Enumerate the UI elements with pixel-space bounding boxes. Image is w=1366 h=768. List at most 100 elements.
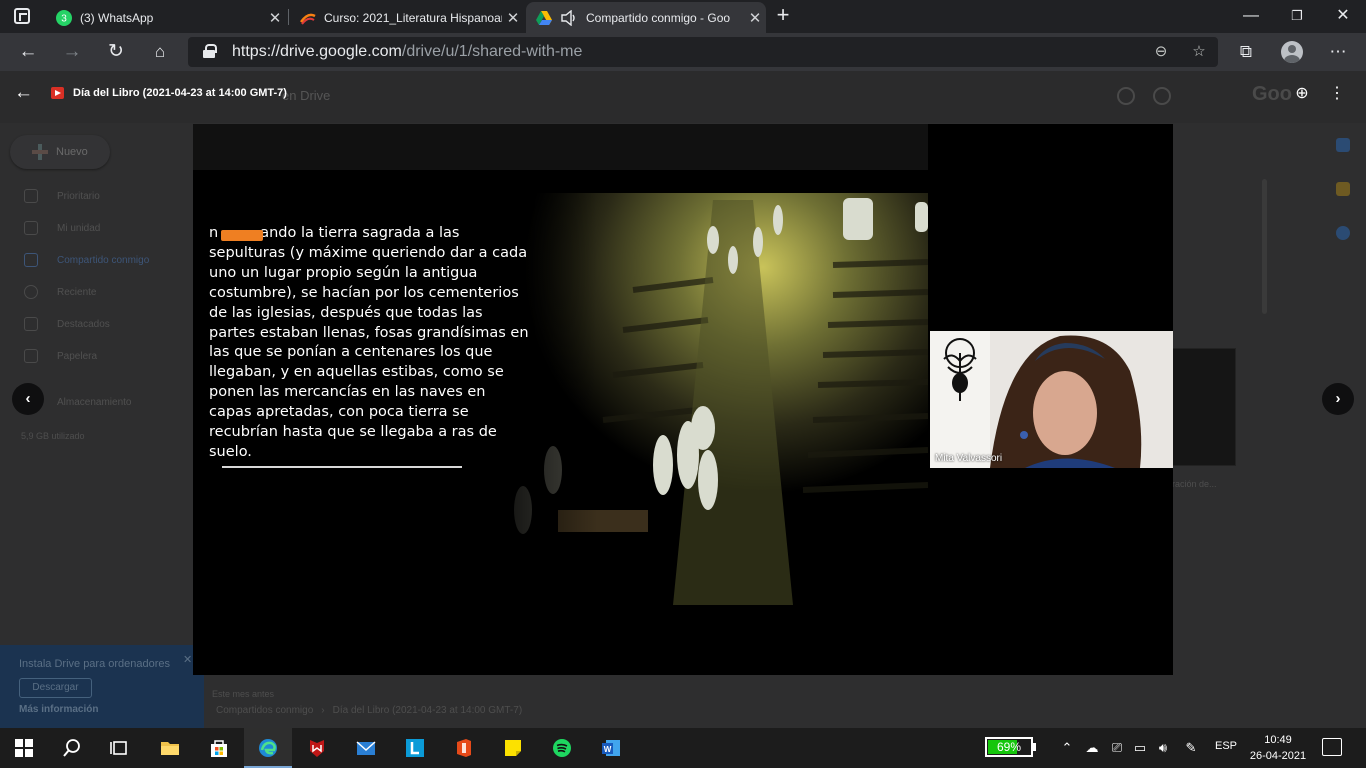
slide-text-prefix: n: [209, 225, 219, 241]
speaker-icon[interactable]: [560, 9, 578, 26]
forward-icon[interactable]: →: [58, 38, 86, 66]
storage-label: Almacenamiento: [57, 397, 132, 408]
breadcrumb-file: Día del Libro (2021-04-23 at 14:00 GMT-7…: [332, 705, 523, 716]
office-icon: [457, 739, 471, 757]
chevron-up-icon[interactable]: ⌃: [1058, 738, 1076, 758]
taskbar-word[interactable]: W: [587, 728, 635, 768]
my-drive-icon: [24, 221, 38, 235]
close-tab-icon[interactable]: ✕: [744, 9, 766, 27]
close-tab-icon[interactable]: ✕: [264, 9, 286, 27]
zoom-icon[interactable]: ⊖: [1150, 41, 1172, 63]
new-tab-icon[interactable]: +: [772, 4, 794, 26]
more-options-icon[interactable]: ⋮: [1325, 82, 1349, 106]
plus-icon: [32, 144, 48, 160]
sticky-notes-icon: [505, 740, 521, 756]
star-icon: [24, 317, 38, 331]
taskbar-file-explorer[interactable]: [146, 728, 194, 768]
favorite-star-icon[interactable]: ☆: [1188, 41, 1210, 63]
sidebar-item-priority: Prioritario: [57, 191, 100, 202]
preview-file-title: Día del Libro (2021-04-23 at 14:00 GMT-7…: [73, 87, 287, 99]
home-icon[interactable]: ⌂: [146, 38, 174, 66]
browser-toolbar: ← → ↻ ⌂ https://drive.google.com/drive/u…: [0, 33, 1366, 71]
close-tab-icon[interactable]: ✕: [502, 9, 524, 27]
search-button[interactable]: [48, 728, 96, 768]
tab-drive-active[interactable]: Compartido conmigo - Goo ✕: [526, 2, 766, 33]
close-icon: ✕: [183, 654, 193, 666]
taskbar-store[interactable]: [195, 728, 243, 768]
task-view-button[interactable]: [96, 728, 144, 768]
close-window-icon[interactable]: ✕: [1320, 2, 1366, 30]
new-button: Nuevo: [10, 135, 110, 169]
volume-icon[interactable]: 🔊︎: [1154, 738, 1172, 758]
start-button[interactable]: [0, 728, 48, 768]
language-indicator[interactable]: ESP: [1215, 740, 1237, 752]
promo-title: Instala Drive para ordenadores: [19, 658, 171, 670]
calendar-icon: [1336, 138, 1350, 152]
profile-avatar[interactable]: [1281, 41, 1303, 63]
address-bar[interactable]: https://drive.google.com/drive/u/1/share…: [188, 37, 1218, 67]
battery-indicator[interactable]: 69%: [985, 737, 1033, 757]
taskbar-edge[interactable]: [244, 728, 292, 768]
taskbar-lens[interactable]: [391, 728, 439, 768]
sidebar-item-my-drive: Mi unidad: [57, 223, 101, 234]
search-icon: [63, 739, 80, 757]
install-drive-promo: Instala Drive para ordenadores ✕ Descarg…: [0, 645, 204, 729]
tab-curso[interactable]: Curso: 2021_Literatura Hispanoam ✕: [290, 2, 524, 33]
lens-icon: [406, 739, 424, 757]
moodle-icon: [300, 13, 316, 25]
pen-icon[interactable]: ✎: [1182, 738, 1200, 758]
new-button-label: Nuevo: [56, 146, 88, 158]
trash-icon: [24, 349, 38, 363]
back-icon[interactable]: ←: [14, 38, 42, 66]
mail-icon: [356, 741, 376, 755]
taskbar-office[interactable]: [440, 728, 488, 768]
battery-tray-icon[interactable]: ▭: [1131, 738, 1149, 758]
shared-icon: [24, 253, 38, 267]
window-menu-icon[interactable]: [14, 8, 30, 24]
taskbar-sticky-notes[interactable]: [489, 728, 537, 768]
files-heading: Este mes antes: [212, 689, 275, 699]
taskbar-mail[interactable]: [342, 728, 390, 768]
previous-file-button[interactable]: ‹: [12, 383, 44, 415]
tab-whatsapp[interactable]: 3 (3) WhatsApp ✕: [46, 2, 286, 33]
lock-icon[interactable]: [203, 44, 217, 58]
video-player[interactable]: n ando la tierra sagrada a las sepulturas…: [193, 124, 1173, 675]
clock[interactable]: 10:49 26-04-2021: [1243, 732, 1313, 764]
settings-more-icon[interactable]: ⋯: [1324, 38, 1352, 66]
folder-icon: [161, 742, 179, 755]
storage-used: 5,9 GB utilizado: [21, 431, 85, 441]
clock-date: 26-04-2021: [1249, 750, 1307, 762]
tab-title: Compartido conmigo - Goo: [586, 10, 731, 25]
svg-text:W: W: [604, 745, 612, 754]
back-arrow-icon[interactable]: ←: [14, 81, 38, 105]
collections-icon[interactable]: ⧉: [1232, 38, 1260, 66]
onedrive-error-icon[interactable]: ☁: [1083, 738, 1101, 758]
chevron-right-icon: ›: [321, 705, 325, 716]
taskbar-spotify[interactable]: [538, 728, 586, 768]
reload-icon[interactable]: ↻: [102, 38, 130, 66]
google-drive-icon: [536, 10, 552, 25]
next-file-button[interactable]: ›: [1322, 383, 1354, 415]
scrollbar: [1262, 179, 1267, 314]
breadcrumb: Compartidos conmigo › Día del Libro (202…: [216, 705, 522, 716]
windows-logo-icon: [15, 739, 33, 757]
tab-title: Curso: 2021_Literatura Hispanoam: [324, 10, 502, 25]
participant-video: Mita Valvassori: [930, 331, 1173, 468]
add-to-drive-icon[interactable]: ⊕: [1290, 82, 1314, 106]
breadcrumb-root: Compartidos conmigo: [216, 705, 314, 716]
video-file-icon: [51, 87, 64, 99]
task-view-icon: [110, 741, 127, 755]
battery-tip: [1033, 743, 1036, 751]
url-text[interactable]: https://drive.google.com/drive/u/1/share…: [232, 43, 582, 61]
keep-icon: [1336, 182, 1350, 196]
tab-strip: 3 (3) WhatsApp ✕ Curso: 2021_Literatura …: [0, 0, 1366, 33]
whatsapp-badge: 3: [61, 13, 67, 24]
notifications-icon[interactable]: [1322, 738, 1342, 756]
restore-icon[interactable]: ❐: [1274, 2, 1320, 30]
minimize-icon[interactable]: —: [1228, 2, 1274, 30]
slide-text-body: ando la tierra sagrada a las sepulturas …: [209, 225, 529, 460]
taskbar-mcafee[interactable]: [293, 728, 341, 768]
meet-now-icon[interactable]: ⎚: [1108, 738, 1126, 758]
download-button: Descargar: [19, 678, 92, 698]
more-info-link: Más información: [19, 704, 99, 715]
